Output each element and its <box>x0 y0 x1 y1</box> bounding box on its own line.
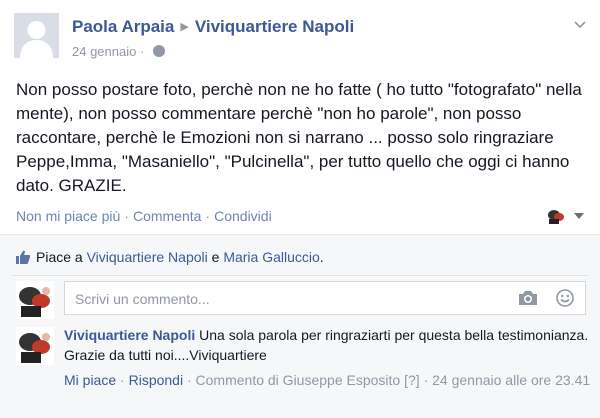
likes-summary: Piace a Viviquartiere Napoli e Maria Gal… <box>16 249 324 265</box>
post-body-text: Non posso postare foto, perchè non ne ho… <box>16 80 582 195</box>
unlike-link[interactable]: Non mi piace più <box>16 208 120 224</box>
post-actions: Non mi piace più · Commenta · Condividi <box>16 208 272 224</box>
post-date-link[interactable]: 24 gennaio <box>72 44 136 59</box>
post-header: Paola Arpaia ▶ Viviquartiere Napoli <box>72 17 354 37</box>
likes-conjunction: e <box>211 249 220 265</box>
feedback-section: Piace a Viviquartiere Napoli e Maria Gal… <box>0 234 600 418</box>
arrow-right-icon: ▶ <box>180 21 189 33</box>
comment-reply-link[interactable]: Rispondi <box>129 372 183 388</box>
author-name-link[interactable]: Paola Arpaia <box>72 17 174 36</box>
action-separator: · <box>124 208 129 224</box>
camera-icon[interactable] <box>518 290 538 306</box>
comment-separator: · <box>423 372 429 388</box>
liker-link-1[interactable]: Viviquartiere Napoli <box>87 249 208 265</box>
divider <box>12 275 588 276</box>
post-meta: 24 gennaio · <box>72 44 165 59</box>
page-name-link[interactable]: Viviquartiere Napoli <box>195 17 354 36</box>
share-link[interactable]: Condividi <box>214 208 272 224</box>
comment-separator: · <box>120 372 125 388</box>
likes-suffix: . <box>319 249 324 265</box>
action-separator: · <box>205 208 211 224</box>
comment-author-link[interactable]: Viviquartiere Napoli <box>64 327 195 343</box>
meta-separator: · <box>139 44 145 59</box>
comment-attribution: Commento di Giuseppe Esposito <box>195 372 401 388</box>
likes-prefix: Piace a <box>36 249 83 265</box>
liker-link-2[interactable]: Maria Galluccio <box>223 249 319 265</box>
comment-timestamp[interactable]: 24 gennaio alle ore 23.41 <box>432 372 590 388</box>
comment-input[interactable]: Scrivi un commento... <box>64 281 586 315</box>
help-link[interactable]: [?] <box>404 372 420 388</box>
commenter-avatar[interactable] <box>16 281 54 319</box>
thumbs-up-icon <box>16 250 30 264</box>
chevron-down-icon[interactable] <box>574 18 586 30</box>
post-card: Paola Arpaia ▶ Viviquartiere Napoli 24 gen… <box>0 0 600 418</box>
actor-dropdown-icon[interactable] <box>574 212 584 220</box>
globe-icon[interactable] <box>152 45 165 57</box>
comment-link[interactable]: Commenta <box>133 208 201 224</box>
comment-separator: · <box>186 372 192 388</box>
smiley-icon[interactable] <box>556 289 574 307</box>
comment-item: Viviquartiere Napoli Una sola parola per… <box>64 325 594 365</box>
author-avatar[interactable] <box>14 13 59 58</box>
page-actor-avatar[interactable] <box>546 206 566 226</box>
comment-like-link[interactable]: Mi piace <box>64 372 116 388</box>
reply-author-avatar[interactable] <box>16 327 54 365</box>
comment-actions: Mi piace · Rispondi · Commento di Giusep… <box>64 369 594 391</box>
